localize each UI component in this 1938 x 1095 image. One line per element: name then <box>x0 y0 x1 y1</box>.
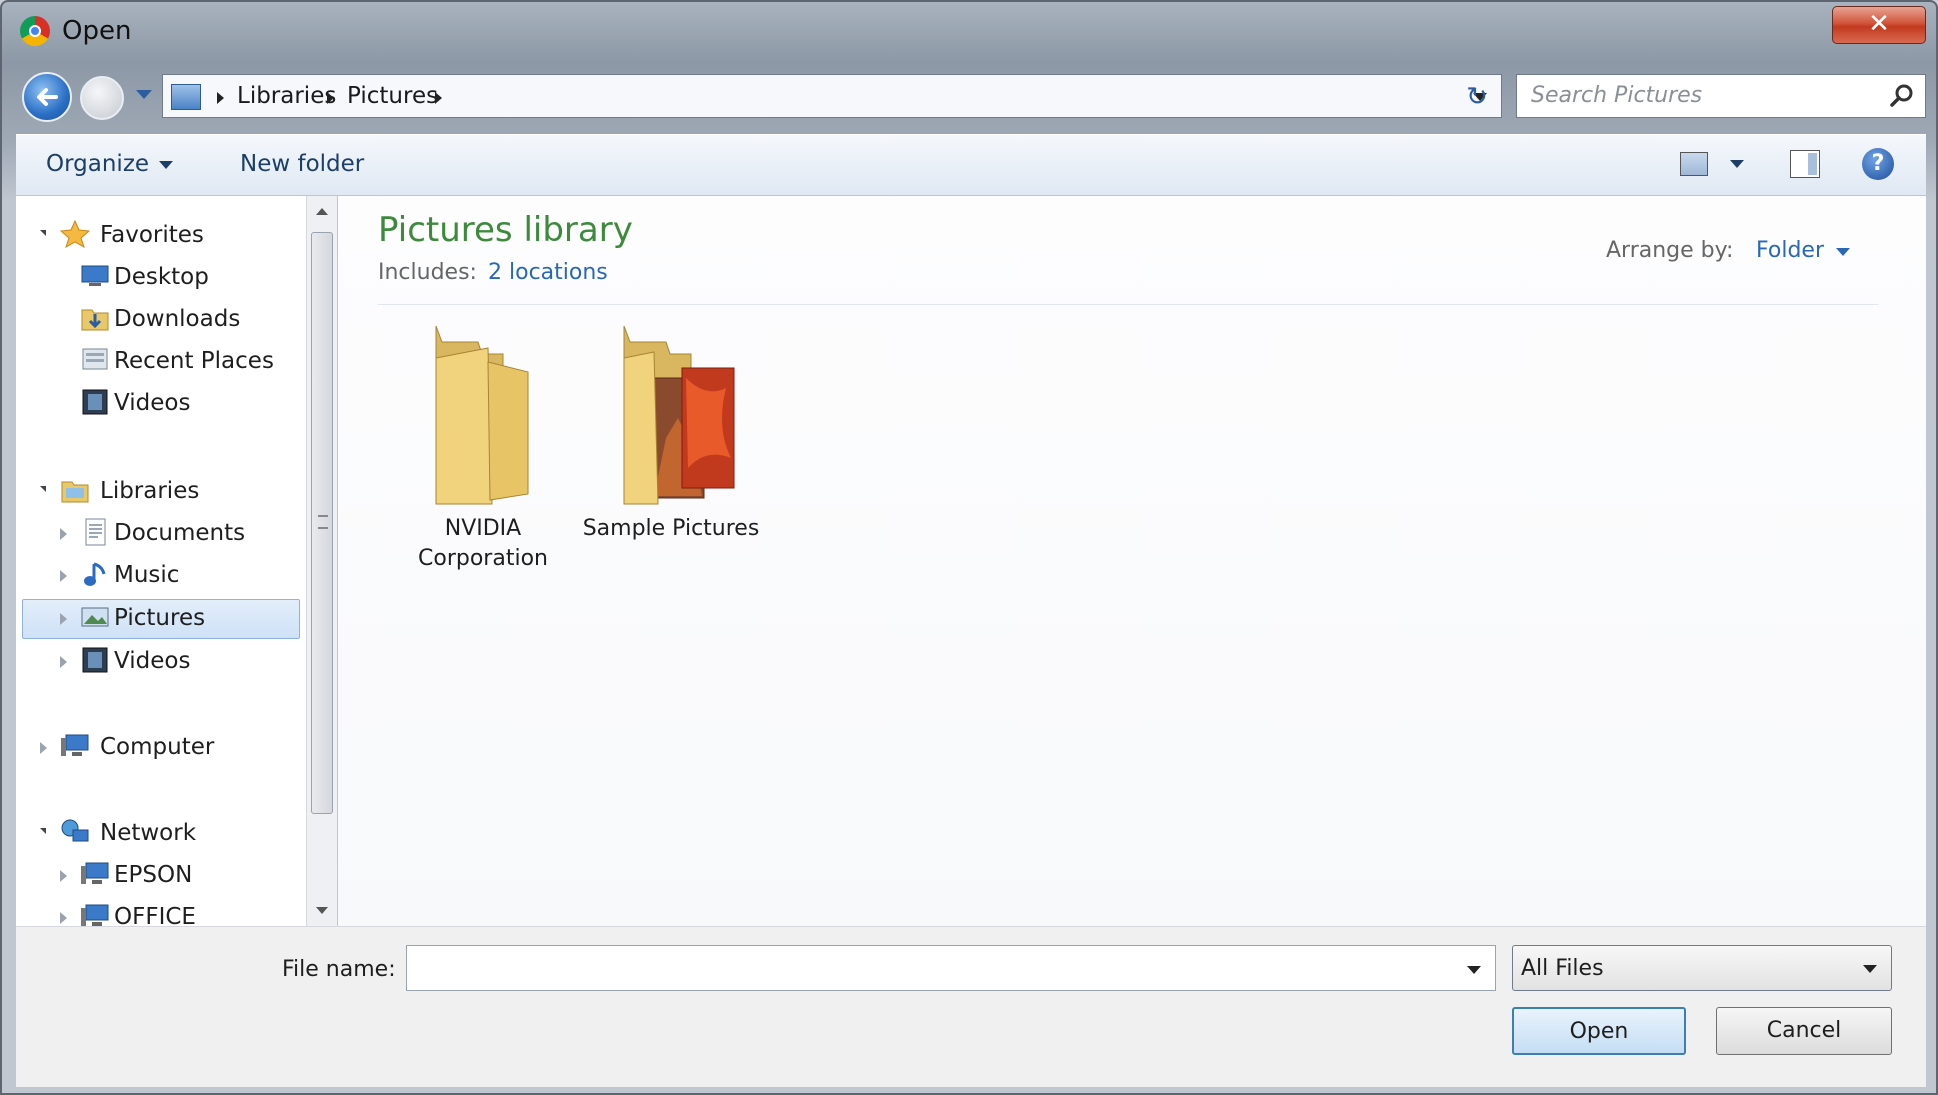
pictures-library-icon <box>171 84 201 110</box>
library-title: Pictures library <box>378 210 633 250</box>
breadcrumb-separator-icon[interactable] <box>435 92 442 104</box>
file-type-select[interactable]: All Files <box>1512 945 1892 991</box>
nav-libraries-label: Libraries <box>100 478 200 504</box>
file-name-input[interactable] <box>406 945 1496 991</box>
folder-label-line: NVIDIA <box>444 516 522 541</box>
header-divider <box>378 304 1878 305</box>
breadcrumb-pictures[interactable]: Pictures <box>347 83 438 109</box>
pictures-icon <box>81 607 109 627</box>
expanded-arrow-icon[interactable] <box>40 486 46 492</box>
folder-label: Sample Pictures <box>566 514 776 544</box>
nav-item-label: Desktop <box>114 264 209 290</box>
cancel-button[interactable]: Cancel <box>1716 1007 1892 1055</box>
expanded-arrow-icon[interactable] <box>40 828 46 834</box>
desktop-icon <box>81 265 109 286</box>
collapsed-arrow-icon[interactable] <box>60 656 67 668</box>
collapsed-arrow-icon[interactable] <box>40 742 47 754</box>
collapsed-arrow-icon[interactable] <box>60 570 67 582</box>
grip-icon <box>318 515 328 529</box>
help-icon[interactable]: ? <box>1862 148 1894 180</box>
chevron-down-icon <box>159 160 174 169</box>
locations-link[interactable]: 2 locations <box>488 260 608 285</box>
preview-pane-icon[interactable] <box>1790 150 1820 178</box>
computer-icon <box>81 862 109 884</box>
documents-icon <box>85 518 106 546</box>
breadcrumb-separator-icon[interactable] <box>327 92 334 104</box>
forward-button[interactable] <box>80 76 124 120</box>
includes-label: Includes: <box>378 260 477 285</box>
folder-label: NVIDIA Corporation <box>378 514 588 574</box>
dialog-footer: File name: All Files Open Cancel <box>16 926 1926 1087</box>
nav-item-label: Downloads <box>114 306 241 332</box>
open-dialog: Open ✕ Libraries Pictures ↻ Search Pictu… <box>0 0 1938 1095</box>
title-bar: Open ✕ <box>2 2 1936 60</box>
nav-item-label: Pictures <box>114 605 206 631</box>
view-options-dropdown[interactable] <box>1730 160 1744 168</box>
scroll-down-arrow-icon[interactable] <box>316 907 328 914</box>
chevron-down-icon[interactable] <box>1836 248 1850 256</box>
nav-item-label: OFFICE <box>114 904 196 926</box>
star-icon <box>60 220 90 248</box>
nav-item-label: Recent Places <box>114 348 274 374</box>
music-note-icon <box>84 562 106 586</box>
folder-sample-pictures[interactable]: Sample Pictures <box>566 318 776 541</box>
navigation-pane: Favorites Desktop Downloads Recent Place… <box>16 196 306 926</box>
film-icon <box>82 647 108 673</box>
downloads-folder-icon <box>81 309 109 331</box>
collapsed-arrow-icon[interactable] <box>60 613 67 625</box>
organize-menu[interactable]: Organize <box>46 151 174 177</box>
breadcrumb-libraries[interactable]: Libraries <box>237 83 336 109</box>
breadcrumb-separator-icon[interactable] <box>217 92 224 104</box>
folder-label-line: Sample Pictures <box>582 516 760 541</box>
scroll-up-arrow-icon[interactable] <box>316 208 328 215</box>
file-name-history-dropdown[interactable] <box>1467 966 1481 974</box>
window-title: Open <box>62 16 132 46</box>
nav-item-label: Documents <box>114 520 246 546</box>
change-view-icon[interactable] <box>1680 152 1708 176</box>
nav-favorites-label: Favorites <box>100 222 204 248</box>
refresh-icon[interactable]: ↻ <box>1460 82 1494 112</box>
libraries-icon <box>61 481 89 503</box>
chevron-down-icon <box>1863 965 1877 973</box>
recent-places-icon <box>82 348 108 370</box>
open-button[interactable]: Open <box>1512 1007 1686 1055</box>
scroll-thumb[interactable] <box>311 232 333 814</box>
close-button[interactable]: ✕ <box>1832 6 1926 44</box>
search-placeholder: Search Pictures <box>1531 83 1703 108</box>
file-type-value: All Files <box>1521 956 1604 981</box>
back-arrow-icon <box>37 88 58 106</box>
nav-scrollbar[interactable] <box>306 196 337 926</box>
computer-icon <box>81 904 109 926</box>
expanded-arrow-icon[interactable] <box>40 230 46 236</box>
folder-label-line: Corporation <box>418 546 548 571</box>
arrange-by-label: Arrange by: <box>1606 238 1734 263</box>
folder-documents-icon <box>435 325 529 505</box>
nav-network-label: Network <box>100 820 197 846</box>
network-icon <box>61 819 89 842</box>
search-icon[interactable] <box>1889 83 1915 109</box>
nav-item-label: Videos <box>114 648 191 674</box>
command-toolbar: Organize New folder <box>16 134 1926 196</box>
file-name-label: File name: <box>282 957 396 982</box>
new-folder-button[interactable]: New folder <box>240 151 364 177</box>
back-button[interactable] <box>22 72 72 122</box>
search-box[interactable]: Search Pictures <box>1516 74 1926 118</box>
film-icon <box>82 389 108 415</box>
collapsed-arrow-icon[interactable] <box>60 528 67 540</box>
nav-computer-label: Computer <box>100 734 215 760</box>
folder-nvidia-corporation[interactable]: NVIDIA Corporation <box>378 318 588 571</box>
collapsed-arrow-icon[interactable] <box>60 870 67 882</box>
computer-icon <box>61 734 89 756</box>
folder-pictures-icon <box>623 325 735 505</box>
file-list-area: Pictures library Includes: 2 locations A… <box>338 196 1926 926</box>
nav-item-label: Music <box>114 562 180 588</box>
nav-item-label: Videos <box>114 390 191 416</box>
nav-item-label: EPSON <box>114 862 193 888</box>
collapsed-arrow-icon[interactable] <box>60 912 67 924</box>
recent-locations-dropdown[interactable] <box>136 90 152 99</box>
arrange-by-dropdown[interactable]: Folder <box>1756 238 1824 263</box>
chrome-icon <box>20 16 50 46</box>
address-bar[interactable]: Libraries Pictures <box>162 74 1502 118</box>
organize-label: Organize <box>46 151 150 177</box>
